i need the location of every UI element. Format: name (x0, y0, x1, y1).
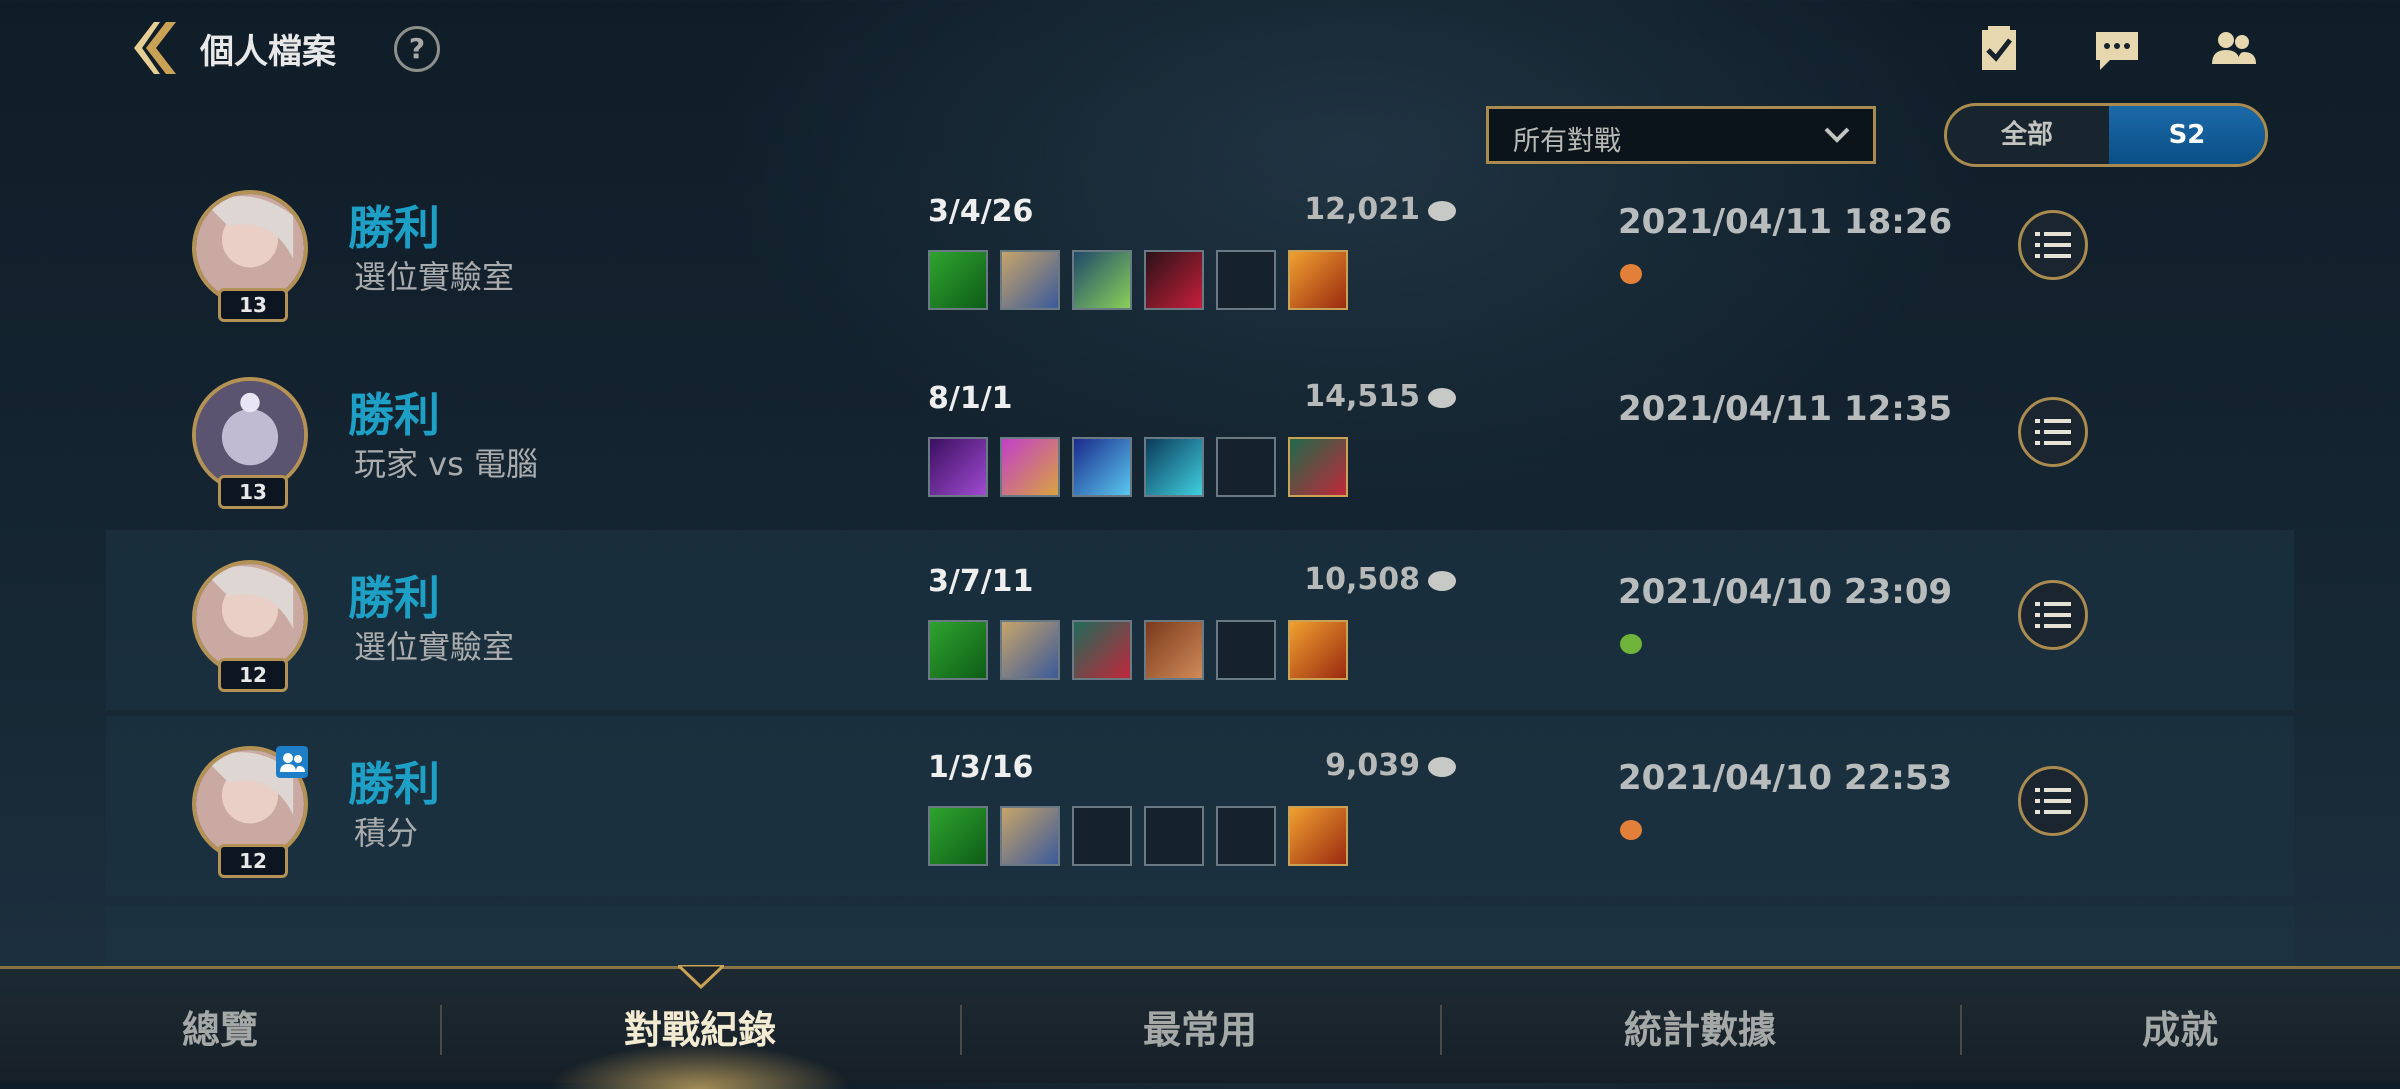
match-details-button[interactable] (2018, 580, 2088, 650)
champion-level-badge: 13 (218, 475, 288, 509)
chevron-down-icon (1824, 127, 1850, 143)
list-icon (2035, 602, 2071, 628)
item-icon[interactable] (1072, 620, 1132, 680)
champion-level-badge: 12 (218, 844, 288, 878)
match-date: 2021/04/10 23:09 (1618, 572, 1953, 612)
gold-icon (1428, 200, 1456, 221)
match-type-dropdown[interactable]: 所有對戰 (1486, 106, 1876, 164)
empty-item-slot (1216, 620, 1276, 680)
tab-divider (1440, 1005, 1442, 1055)
gold-icon (1428, 756, 1456, 777)
kda: 3/7/11 (928, 564, 1034, 599)
help-button[interactable]: ? (394, 26, 440, 72)
match-result: 勝利 (348, 201, 440, 255)
gold-icon (1428, 387, 1456, 408)
item-icon[interactable] (1144, 620, 1204, 680)
match-result: 勝利 (348, 571, 440, 625)
game-mode: 玩家 vs 電腦 (354, 445, 538, 483)
item-icon[interactable] (1000, 250, 1060, 310)
kda: 8/1/1 (928, 381, 1013, 416)
match-row[interactable]: 12 勝利 積分 1/3/16 9,039 2021/04/10 22:53 (106, 716, 2294, 896)
summoner-spell-icon (1620, 634, 1642, 654)
gold-earned: 9,039 (1186, 748, 1456, 783)
tab-divider (440, 1005, 442, 1055)
trinket-icon[interactable] (1288, 250, 1348, 310)
list-icon (2035, 419, 2071, 445)
gold-value: 14,515 (1304, 379, 1420, 414)
empty-item-slot (1216, 806, 1276, 866)
item-icon[interactable] (928, 806, 988, 866)
match-row[interactable]: 12 勝利 選位實驗室 3/7/11 10,508 2021/04/10 23:… (106, 530, 2294, 710)
season-toggle: 全部 S2 (1944, 103, 2268, 167)
gold-value: 9,039 (1325, 748, 1420, 783)
match-history-list: 13 勝利 選位實驗室 3/4/26 12,021 2021/04/11 18:… (106, 170, 2294, 966)
tab-divider (960, 1005, 962, 1055)
tab-statistics[interactable]: 統計數據 (1560, 999, 1840, 1054)
empty-item-slot (1144, 806, 1204, 866)
item-icon[interactable] (1144, 250, 1204, 310)
match-details-button[interactable] (2018, 397, 2088, 467)
summoner-spell-icon (1620, 820, 1642, 840)
tab-divider (1960, 1005, 1962, 1055)
game-mode: 積分 (354, 814, 419, 852)
item-icon[interactable] (1072, 437, 1132, 497)
item-icon[interactable] (1000, 806, 1060, 866)
trinket-icon[interactable] (1288, 806, 1348, 866)
gold-earned: 10,508 (1186, 562, 1456, 597)
item-icon[interactable] (1072, 250, 1132, 310)
empty-item-slot (1072, 806, 1132, 866)
tab-most-played[interactable]: 最常用 (1080, 999, 1320, 1054)
item-icon[interactable] (1144, 437, 1204, 497)
match-row[interactable]: 13 勝利 玩家 vs 電腦 8/1/1 14,515 2021/04/11 1… (106, 357, 2294, 537)
game-mode: 選位實驗室 (354, 628, 515, 666)
gold-value: 12,021 (1304, 192, 1420, 227)
trinket-icon[interactable] (1288, 620, 1348, 680)
item-icon[interactable] (928, 250, 988, 310)
match-date: 2021/04/11 12:35 (1618, 389, 1953, 429)
checklist-icon[interactable] (1974, 24, 2024, 74)
friends-icon[interactable] (2208, 24, 2258, 74)
chat-icon[interactable] (2092, 24, 2142, 74)
item-icon[interactable] (1000, 437, 1060, 497)
match-result: 勝利 (348, 388, 440, 442)
match-row[interactable]: 13 勝利 選位實驗室 3/4/26 12,021 2021/04/11 18:… (106, 170, 2294, 350)
match-details-button[interactable] (2018, 210, 2088, 280)
match-details-button[interactable] (2018, 766, 2088, 836)
gold-value: 10,508 (1304, 562, 1420, 597)
kda: 1/3/16 (928, 750, 1034, 785)
dropdown-value: 所有對戰 (1513, 126, 1621, 157)
trinket-icon[interactable] (1288, 437, 1348, 497)
season-s2-option[interactable]: S2 (2109, 106, 2265, 164)
game-mode: 選位實驗室 (354, 258, 515, 296)
tab-match-history[interactable]: 對戰紀錄 (560, 999, 840, 1054)
champion-level-badge: 12 (218, 658, 288, 692)
bottom-tab-bar: 總覽 對戰紀錄 最常用 統計數據 成就 (0, 965, 2400, 1089)
match-row-partial[interactable] (106, 906, 2294, 966)
empty-item-slot (1216, 437, 1276, 497)
back-chevron-icon[interactable] (128, 18, 188, 78)
item-icon[interactable] (928, 620, 988, 680)
list-icon (2035, 232, 2071, 258)
item-icon[interactable] (1000, 620, 1060, 680)
party-icon (276, 746, 308, 778)
kda: 3/4/26 (928, 194, 1034, 229)
season-all-option[interactable]: 全部 (1947, 106, 2107, 164)
champion-level-badge: 13 (218, 288, 288, 322)
gold-earned: 12,021 (1186, 192, 1456, 227)
list-icon (2035, 788, 2071, 814)
empty-item-slot (1216, 250, 1276, 310)
gold-icon (1428, 570, 1456, 591)
item-icon[interactable] (928, 437, 988, 497)
page-title: 個人檔案 (200, 32, 336, 72)
active-tab-indicator-icon (678, 965, 724, 989)
tab-overview[interactable]: 總覽 (100, 999, 340, 1054)
summoner-spell-icon (1620, 264, 1642, 284)
match-date: 2021/04/10 22:53 (1618, 758, 1953, 798)
match-result: 勝利 (348, 757, 440, 811)
match-date: 2021/04/11 18:26 (1618, 202, 1953, 242)
gold-earned: 14,515 (1186, 379, 1456, 414)
tab-achievements[interactable]: 成就 (2080, 999, 2280, 1054)
